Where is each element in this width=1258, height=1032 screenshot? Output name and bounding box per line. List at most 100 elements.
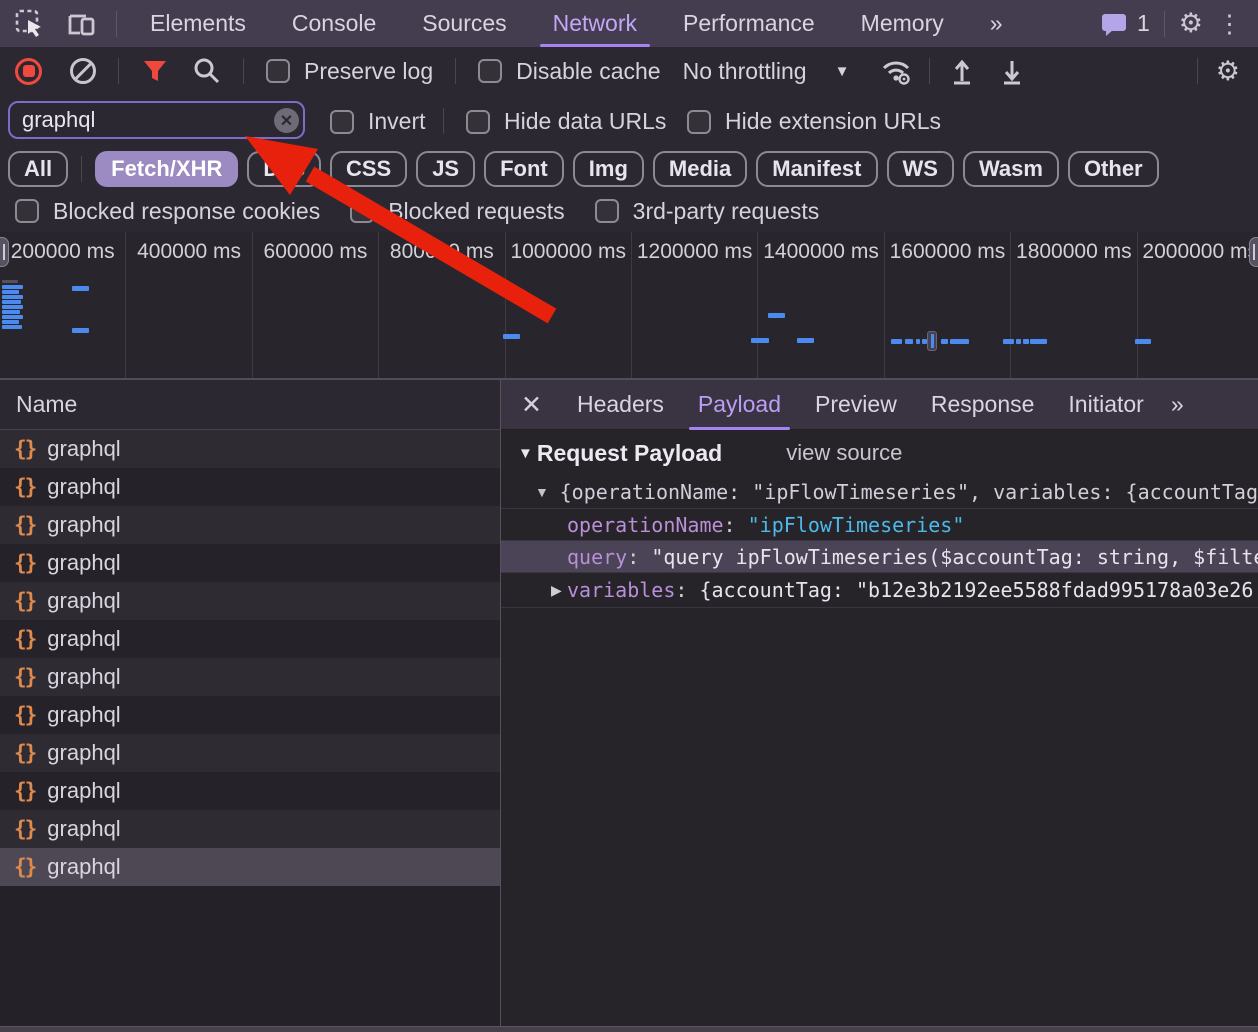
timeline-tick-800000-ms: 800000 ms xyxy=(379,232,505,378)
hide-extension-urls-checkbox[interactable] xyxy=(687,110,711,134)
export-har-icon[interactable] xyxy=(998,56,1026,86)
waterfall-bar xyxy=(2,295,23,299)
close-icon[interactable]: ✕ xyxy=(521,390,542,420)
filter-chip-manifest[interactable]: Manifest xyxy=(756,151,877,187)
filter-chip-css[interactable]: CSS xyxy=(330,151,407,187)
disable-cache-checkbox[interactable] xyxy=(478,59,502,83)
request-row[interactable]: {} graphql xyxy=(0,696,500,734)
clear-requests-icon[interactable] xyxy=(70,58,96,84)
tab-performance[interactable]: Performance xyxy=(660,0,838,47)
payload-row-query[interactable]: query: "query ipFlowTimeseries($accountT… xyxy=(501,540,1258,572)
tab-network[interactable]: Network xyxy=(530,0,660,47)
waterfall-bar xyxy=(797,338,814,343)
view-source-link[interactable]: view source xyxy=(786,440,902,466)
overview-right-grip[interactable] xyxy=(1249,237,1258,267)
request-row[interactable]: {}graphql xyxy=(0,810,500,848)
collapsed-triangle-icon[interactable]: ▶ xyxy=(551,582,562,599)
detail-tab-preview[interactable]: Preview xyxy=(798,380,914,430)
more-options-icon[interactable]: ⋮ xyxy=(1217,9,1242,39)
json-braces-icon: {} xyxy=(14,437,35,461)
blocked-requests-checkbox[interactable] xyxy=(350,199,374,223)
filter-chip-media[interactable]: Media xyxy=(653,151,747,187)
request-row[interactable]: {}graphql xyxy=(0,544,500,582)
filter-chip-ws[interactable]: WS xyxy=(887,151,954,187)
filter-chip-img[interactable]: Img xyxy=(573,151,644,187)
request-row[interactable]: {}graphql xyxy=(0,734,500,772)
preserve-log-checkbox[interactable] xyxy=(266,59,290,83)
resource-type-filters: All Fetch/XHRDocCSSJSFontImgMediaManifest… xyxy=(0,148,1258,190)
request-row[interactable]: {}graphql xyxy=(0,658,500,696)
blocked-filters-row: Blocked response cookies Blocked requests… xyxy=(0,190,1258,232)
3rd-party-requests-checkbox[interactable] xyxy=(595,199,619,223)
clear-filter-icon[interactable]: ✕ xyxy=(274,108,299,133)
blocked-response-cookies-label: Blocked response cookies xyxy=(53,198,320,225)
tab-sources[interactable]: Sources xyxy=(399,0,529,47)
blocked-requests-toggle[interactable]: Blocked requests xyxy=(350,198,564,225)
waterfall-bar xyxy=(916,339,920,344)
disable-cache-toggle[interactable]: Disable cache xyxy=(478,58,660,85)
payload-row-root[interactable]: ▼{operationName: "ipFlowTimeseries", var… xyxy=(501,476,1258,508)
expanded-triangle-icon[interactable]: ▼ xyxy=(535,484,560,500)
payload-key: variables xyxy=(567,578,675,602)
filter-funnel-icon[interactable] xyxy=(141,57,169,85)
3rd-party-requests-toggle[interactable]: 3rd-party requests xyxy=(595,198,820,225)
detail-tab-headers[interactable]: Headers xyxy=(560,380,681,430)
request-row[interactable]: {}graphql xyxy=(0,430,500,468)
request-name: graphql xyxy=(47,702,120,728)
name-column-label: Name xyxy=(16,391,77,418)
request-row[interactable]: {}graphql xyxy=(0,848,500,886)
json-braces-icon: {} xyxy=(14,703,35,727)
request-row[interactable]: {}graphql xyxy=(0,620,500,658)
divider xyxy=(243,58,244,84)
request-name: graphql xyxy=(47,474,120,500)
import-har-icon[interactable] xyxy=(948,56,976,86)
hide-data-urls-toggle[interactable]: Hide data URLs xyxy=(466,108,666,135)
filter-chip-other[interactable]: Other xyxy=(1068,151,1159,187)
network-conditions-icon[interactable] xyxy=(879,56,913,86)
search-icon[interactable] xyxy=(191,56,221,86)
issues-message-icon[interactable]: 1 xyxy=(1099,10,1150,38)
request-row[interactable]: {}graphql xyxy=(0,772,500,810)
more-tabs-icon[interactable]: » xyxy=(967,0,1026,47)
record-button[interactable] xyxy=(15,58,42,85)
hide-data-urls-checkbox[interactable] xyxy=(466,110,490,134)
collapse-triangle-icon[interactable]: ▼ xyxy=(518,445,533,462)
request-row[interactable]: {}graphql xyxy=(0,582,500,620)
filter-chip-font[interactable]: Font xyxy=(484,151,564,187)
tab-elements[interactable]: Elements xyxy=(127,0,269,47)
tab-console[interactable]: Console xyxy=(269,0,399,47)
invert-toggle[interactable]: Invert xyxy=(330,108,426,135)
detail-tabbar: ✕ HeadersPayloadPreviewResponseInitiator… xyxy=(501,380,1258,430)
request-row[interactable]: {}graphql xyxy=(0,506,500,544)
network-settings-gear-icon[interactable]: ⚙ xyxy=(1216,58,1240,85)
blocked-response-cookies-toggle[interactable]: Blocked response cookies xyxy=(15,198,320,225)
request-row[interactable]: {}graphql xyxy=(0,468,500,506)
device-toolbar-icon[interactable] xyxy=(64,8,98,40)
filter-chip-wasm[interactable]: Wasm xyxy=(963,151,1059,187)
overview-left-grip[interactable] xyxy=(0,237,9,267)
hide-extension-urls-toggle[interactable]: Hide extension URLs xyxy=(687,108,941,135)
throttling-dropdown[interactable]: No throttling ▼ xyxy=(683,58,850,85)
detail-tab-response[interactable]: Response xyxy=(914,380,1052,430)
network-overview-timeline[interactable]: 200000 ms400000 ms600000 ms800000 ms1000… xyxy=(0,232,1258,380)
payload-row-variables[interactable]: ▶variables: {accountTag: "b12e3b2192ee55… xyxy=(501,572,1258,608)
inspect-element-icon[interactable] xyxy=(14,8,46,40)
settings-gear-icon[interactable]: ⚙ xyxy=(1179,10,1203,37)
detail-tabs-overflow-icon[interactable]: » xyxy=(1171,391,1181,418)
devtools-top-bar: ElementsConsoleSourcesNetworkPerformance… xyxy=(0,0,1258,47)
blocked-response-cookies-checkbox[interactable] xyxy=(15,199,39,223)
preserve-log-toggle[interactable]: Preserve log xyxy=(266,58,433,85)
detail-tab-initiator[interactable]: Initiator xyxy=(1051,380,1160,430)
detail-tab-payload[interactable]: Payload xyxy=(681,380,798,430)
filter-chip-all[interactable]: All xyxy=(8,151,68,187)
invert-checkbox[interactable] xyxy=(330,110,354,134)
filter-input[interactable] xyxy=(8,101,305,139)
payload-row-operationname[interactable]: operationName: "ipFlowTimeseries" xyxy=(501,508,1258,540)
name-column-header[interactable]: Name xyxy=(0,380,500,430)
filter-chip-fetch-xhr[interactable]: Fetch/XHR xyxy=(95,151,238,187)
tab-memory[interactable]: Memory xyxy=(838,0,967,47)
filter-chip-doc[interactable]: Doc xyxy=(247,151,321,187)
timeline-tick-2000000-ms: 2000000 ms xyxy=(1138,232,1258,378)
filter-chip-js[interactable]: JS xyxy=(416,151,475,187)
request-name: graphql xyxy=(47,626,120,652)
